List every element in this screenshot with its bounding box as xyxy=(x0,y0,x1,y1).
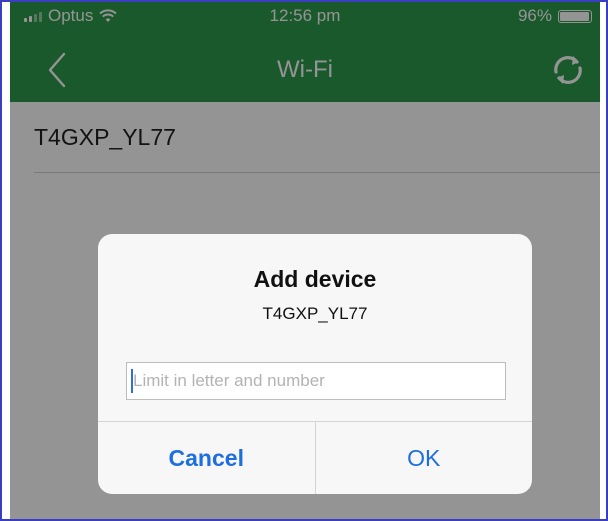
cancel-button[interactable]: Cancel xyxy=(98,422,316,494)
add-device-dialog: Add device T4GXP_YL77 Cancel OK xyxy=(98,234,532,494)
ok-button[interactable]: OK xyxy=(316,422,533,494)
dialog-buttons: Cancel OK xyxy=(98,421,532,494)
window-frame: Optus 12:56 pm 96% Wi-Fi T4GXP_YL77 Add … xyxy=(0,0,608,521)
device-name-input[interactable] xyxy=(126,362,506,400)
dialog-title: Add device xyxy=(253,266,377,292)
dialog-message: T4GXP_YL77 xyxy=(262,304,368,323)
phone-screen: Optus 12:56 pm 96% Wi-Fi T4GXP_YL77 Add … xyxy=(10,2,600,519)
text-cursor xyxy=(131,369,133,393)
